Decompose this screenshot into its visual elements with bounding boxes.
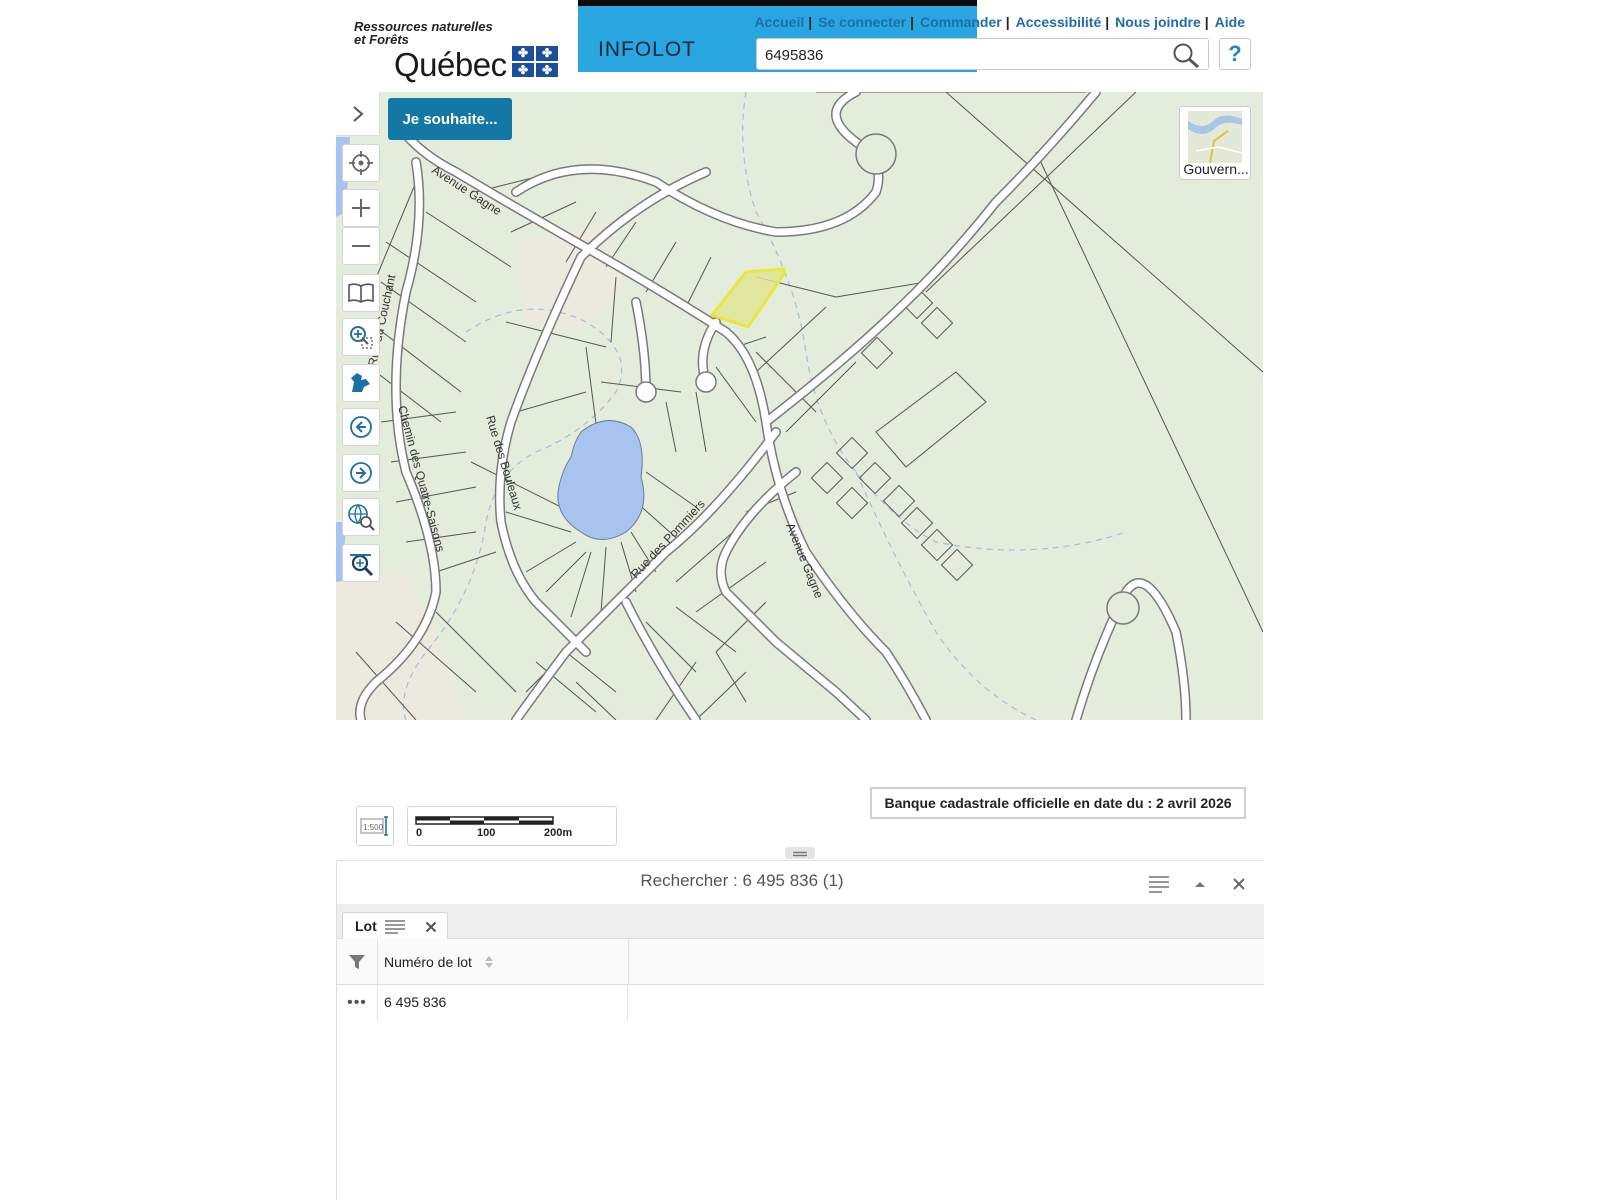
zoom-in-button[interactable] [342,189,380,227]
filter-button[interactable] [337,939,378,984]
top-navigation: Accueil | Se connecter | Commander | Access… [754,14,1245,30]
drag-handle-icon [793,851,807,857]
zoom-search-button[interactable] [342,544,380,582]
globe-search-icon [348,504,375,531]
search-icon[interactable] [1172,42,1200,69]
zoom-box-icon [350,326,373,349]
list-lines-icon [1149,876,1169,893]
nav-se-connecter[interactable]: Se connecter [818,14,906,30]
tab-options-icon[interactable] [384,919,406,935]
column-header-label: Numéro de lot [384,954,472,970]
nav-aide[interactable]: Aide [1215,14,1245,30]
previous-extent-button[interactable] [342,408,380,446]
scale-bar-graphic [415,816,554,825]
scale-label-0: 0 [416,827,423,839]
forward-arrow-icon [350,462,372,484]
search-box [756,38,1209,70]
filter-icon [349,954,365,969]
nav-nous-joindre[interactable]: Nous joindre [1115,14,1201,30]
app-container: Ressources naturelles et Forêts Québec ✤… [336,0,1264,1200]
zoom-box-button[interactable] [342,318,380,356]
locate-button[interactable] [342,144,380,182]
results-tab-strip: Lot [337,904,1264,940]
basemap-switcher[interactable]: Gouvern... [1179,106,1251,180]
fleur-de-lis-flag-icon: ✤ ✤ ✤ ✤ [512,46,558,77]
scale-bar: 0 100 200m [407,806,617,846]
zoom-out-icon [352,245,370,247]
tab-lot[interactable]: Lot [342,912,448,940]
cadastral-map[interactable]: Avenue Gagne Rue du Couchant Chemin des … [336,92,1263,720]
scale-label-200m: 200m [544,827,573,839]
results-title: Rechercher : 6 495 836 (1) [640,871,844,890]
tab-lot-label: Lot [355,918,377,934]
locate-icon [349,151,373,175]
svg-text:1:500: 1:500 [363,823,384,832]
scale-ratio-button[interactable]: 1:500 [356,806,394,846]
sort-icon[interactable] [484,954,494,970]
quebec-logo[interactable]: Ressources naturelles et Forêts Québec ✤… [354,20,564,83]
zoom-search-icon [350,554,374,577]
panel-resize-handle[interactable] [785,847,815,859]
table-row[interactable]: ••• 6 495 836 [337,985,1264,1021]
caret-up-icon [1195,882,1205,887]
zoom-out-button[interactable] [342,227,380,265]
collapse-panel-button[interactable] [1188,873,1212,895]
results-panel: Rechercher : 6 495 836 (1) Lot Numéro de… [336,860,1264,1200]
legend-book-icon [348,283,374,303]
nav-accueil[interactable]: Accueil [754,14,804,30]
quebec-extent-button[interactable] [342,364,380,402]
chevron-right-icon [352,105,364,122]
header: Ressources naturelles et Forêts Québec ✤… [336,0,1263,92]
lot-number-cell[interactable]: 6 495 836 [377,985,628,1021]
nav-accessibilite[interactable]: Accessibilité [1016,14,1102,30]
globe-search-button[interactable] [342,498,380,536]
app-title: INFOLOT [598,38,697,61]
basemap-label: Gouvern... [1183,161,1249,177]
expand-panel-button[interactable] [336,92,380,136]
quebec-extent-icon [351,373,370,392]
logo-wordmark: Québec [394,46,507,83]
close-panel-button[interactable] [1227,873,1251,895]
legend-button[interactable] [342,274,380,312]
scale-ratio-icon: 1:500 [360,816,388,836]
cadastre-date-notice: Banque cadastrale officielle en date du … [870,787,1246,819]
close-icon [1233,878,1245,890]
row-menu-button[interactable]: ••• [337,985,378,1021]
basemap-thumbnail [1188,111,1242,163]
zoom-in-icon [352,199,370,217]
next-extent-button[interactable] [342,454,380,492]
results-options-button[interactable] [1147,873,1171,895]
back-arrow-icon [350,416,372,438]
map-view[interactable]: Avenue Gagne Rue du Couchant Chemin des … [336,92,1263,720]
search-input[interactable] [763,43,1157,67]
nav-commander[interactable]: Commander [920,14,1002,30]
grid-header: Numéro de lot [337,939,1264,985]
tab-close-icon[interactable] [425,921,437,933]
scale-label-100: 100 [477,827,496,839]
logo-ministry-line2: et Forêts [354,32,409,47]
column-header-numero-de-lot[interactable]: Numéro de lot [377,939,629,984]
help-button[interactable]: ? [1219,38,1251,70]
map-toolbar [336,92,380,612]
je-souhaite-button[interactable]: Je souhaite... [388,98,512,140]
lot-number-value: 6 495 836 [384,994,447,1010]
